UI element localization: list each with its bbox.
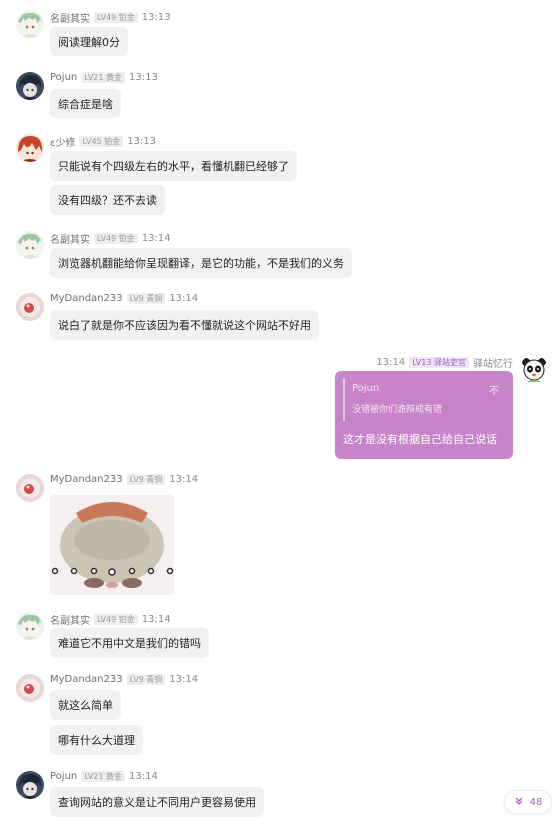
jump-to-new-messages-button[interactable]: 48	[504, 790, 552, 814]
level-badge: LV49 铂金	[94, 614, 138, 625]
username[interactable]: Pojun	[50, 771, 77, 782]
username[interactable]: MyDandan233	[50, 293, 123, 304]
timestamp: 13:14	[141, 614, 171, 625]
username[interactable]: 名副其实	[50, 10, 90, 25]
message-bubble[interactable]: 就这么简单	[50, 690, 121, 720]
username[interactable]: Pojun	[50, 72, 77, 83]
message-meta: 名副其实 LV49 铂金 13:14	[50, 612, 171, 627]
message-bubble[interactable]: 只能说有个四级左右的水平，看懂机翻已经够了	[50, 151, 297, 181]
message-meta: MyDandan233 LV9 青铜 13:14	[50, 293, 198, 304]
message-meta: Pojun LV21 黄金 13:14	[50, 771, 158, 782]
timestamp: 13:13	[127, 136, 157, 147]
dark-hair-avatar[interactable]	[16, 72, 44, 100]
message-bubble[interactable]: 阅读理解0分	[50, 27, 128, 56]
message-meta: Pojun LV21 黄金 13:13	[50, 72, 158, 83]
level-badge: LV21 黄金	[81, 771, 126, 782]
message-meta: MyDandan233 LV9 青铜 13:14	[50, 674, 198, 685]
level-badge: LV45 铂金	[79, 136, 124, 147]
timestamp: 13:14	[169, 674, 199, 685]
username[interactable]: 名副其实	[50, 612, 90, 627]
level-badge: LV9 青铜	[126, 293, 166, 304]
timestamp: 13:13	[129, 72, 158, 83]
message-bubble[interactable]: 查询网站的意义是让不同用户更容易使用	[50, 787, 264, 817]
username[interactable]: MyDandan233	[50, 674, 123, 685]
self-message-bubble[interactable]: Pojun 不 没错被你们诡辩成有错 这才是没有根据自己给自己说话	[335, 371, 513, 459]
green-hair-avatar[interactable]	[16, 612, 44, 640]
message-meta: ε少修 LV45 铂金 13:13	[50, 134, 156, 149]
green-hair-avatar[interactable]	[16, 10, 44, 38]
level-badge: LV21 黄金	[81, 72, 126, 83]
timestamp: 13:14	[169, 293, 199, 304]
pink-avatar[interactable]	[16, 474, 44, 502]
message-bubble[interactable]: 哪有什么大道理	[50, 725, 143, 755]
red-hair-avatar[interactable]	[16, 134, 44, 162]
new-message-count: 48	[529, 796, 543, 808]
message-bubble[interactable]: 综合症是啥	[50, 89, 121, 118]
quote-text: 没错被你们诡辩成有错	[352, 405, 443, 415]
level-badge: LV9 青铜	[126, 474, 166, 485]
username[interactable]: 名副其实	[50, 231, 90, 246]
green-hair-avatar[interactable]	[16, 231, 44, 259]
pink-avatar[interactable]	[16, 293, 44, 321]
message-meta: 名副其实 LV49 铂金 13:14	[50, 231, 171, 246]
level-badge: LV49 铂金	[94, 233, 138, 244]
message-bubble[interactable]: 没有四级？还不去读	[50, 185, 165, 215]
level-badge: LV13 驿站吏官	[409, 357, 469, 368]
message-bubble[interactable]: 浏览器机翻能给你呈现翻译，是它的功能，不是我们的义务	[50, 248, 352, 278]
quote-username: Pojun	[352, 383, 380, 394]
level-badge: LV49 铂金	[94, 12, 138, 23]
timestamp: 13:14	[129, 771, 158, 782]
self-message-text: 这才是没有根据自己给自己说话	[343, 433, 497, 446]
double-chevron-down-icon	[514, 796, 524, 809]
timestamp: 13:14	[376, 357, 406, 368]
username[interactable]: ε少修	[50, 134, 75, 149]
username[interactable]: MyDandan233	[50, 474, 123, 485]
sticker-image[interactable]	[50, 495, 174, 595]
quote-close[interactable]: 不	[489, 382, 499, 397]
pink-avatar[interactable]	[16, 674, 44, 702]
timestamp: 13:14	[169, 474, 199, 485]
message-meta: 名副其实 LV49 铂金 13:13	[50, 10, 171, 25]
level-badge: LV9 青铜	[126, 674, 166, 685]
message-bubble[interactable]: 说白了就是你不应该因为看不懂就说这个网站不好用	[50, 310, 319, 340]
message-bubble[interactable]: 难道它不用中文是我们的错吗	[50, 628, 209, 658]
message-meta: 13:14 LV13 驿站吏官 驿站忆行	[376, 355, 513, 370]
reply-quote[interactable]: Pojun 不 没错被你们诡辩成有错	[343, 378, 505, 421]
timestamp: 13:14	[141, 233, 171, 244]
username[interactable]: 驿站忆行	[473, 355, 513, 370]
dark-hair-avatar[interactable]	[16, 771, 44, 799]
message-meta: MyDandan233 LV9 青铜 13:14	[50, 474, 198, 485]
timestamp: 13:13	[141, 12, 171, 23]
panda-avatar[interactable]	[520, 355, 548, 383]
